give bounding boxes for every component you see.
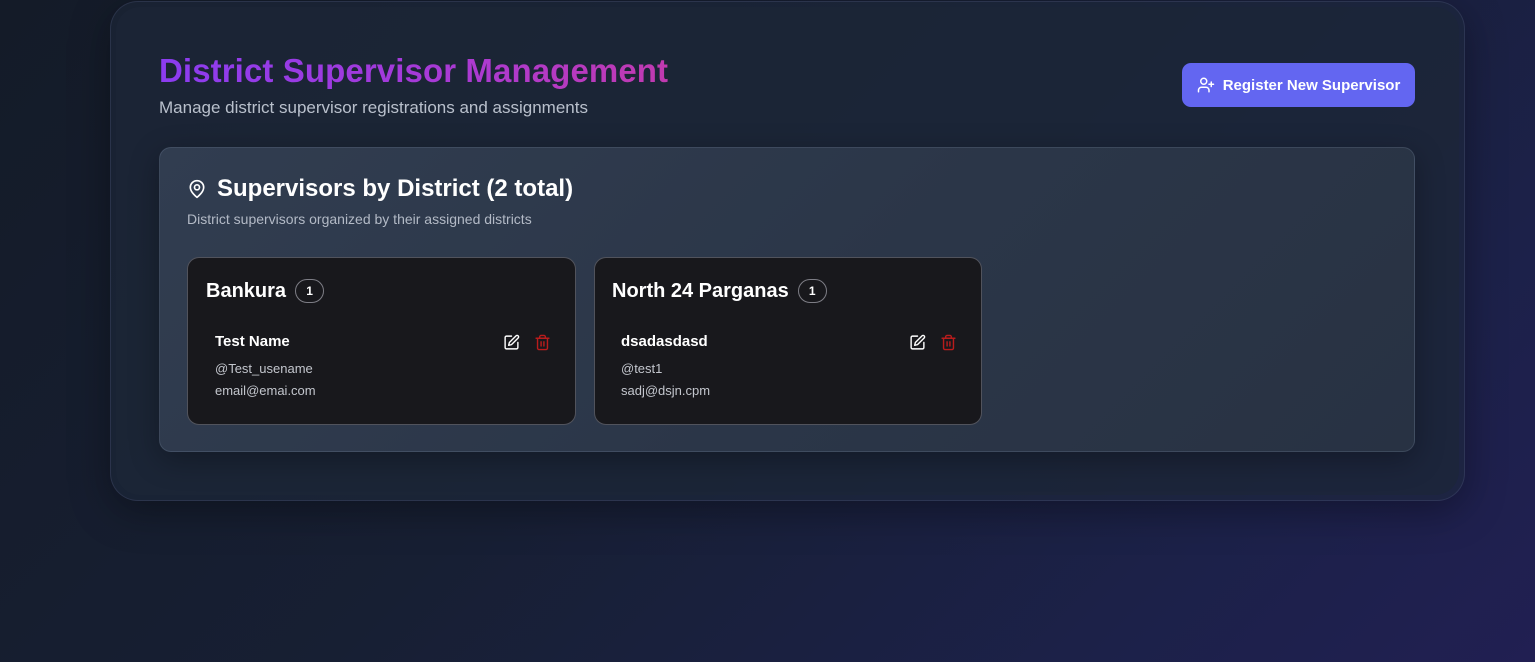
supervisor-entry: Test Name @Test_usename email@emai.com <box>215 330 557 406</box>
supervisor-count-badge: 1 <box>295 279 325 303</box>
trash-icon <box>940 334 957 351</box>
edit-icon <box>909 334 926 351</box>
page-subtitle: Manage district supervisor registrations… <box>159 98 588 117</box>
section-header: Supervisors by District (2 total) <box>187 175 573 203</box>
supervisor-entry: dsadasdasd @test1 sadj@dsjn.cpm <box>621 330 963 406</box>
supervisor-email: email@emai.com <box>215 383 316 398</box>
supervisor-name: Test Name <box>215 333 290 350</box>
trash-icon <box>534 334 551 351</box>
district-card-header: North 24 Parganas 1 <box>612 279 827 303</box>
delete-supervisor-button[interactable] <box>531 331 553 353</box>
supervisor-name: dsadasdasd <box>621 333 708 350</box>
section-title: Supervisors by District (2 total) <box>217 175 574 202</box>
delete-supervisor-button[interactable] <box>937 331 959 353</box>
user-plus-icon <box>1197 76 1215 94</box>
map-pin-icon <box>187 178 207 200</box>
supervisor-username: @Test_usename <box>215 361 313 376</box>
page-title: District Supervisor Management <box>159 52 669 89</box>
district-name: North 24 Parganas <box>612 279 789 302</box>
district-card-bankura: Bankura 1 Test Name @Test_usename email@… <box>187 257 576 425</box>
supervisor-email: sadj@dsjn.cpm <box>621 383 711 398</box>
district-name: Bankura <box>206 279 287 302</box>
district-card-header: Bankura 1 <box>206 279 325 303</box>
edit-supervisor-button[interactable] <box>906 331 928 353</box>
register-new-supervisor-button[interactable]: Register New Supervisor <box>1182 63 1415 107</box>
supervisor-count-badge: 1 <box>797 279 827 303</box>
supervisors-by-district-section: Supervisors by District (2 total) Distri… <box>159 147 1415 452</box>
edit-supervisor-button[interactable] <box>500 331 522 353</box>
supervisor-username: @test1 <box>621 361 663 376</box>
edit-icon <box>503 334 520 351</box>
register-button-label: Register New Supervisor <box>1222 76 1401 94</box>
district-card-north-24-parganas: North 24 Parganas 1 dsadasdasd @test1 sa… <box>594 257 982 425</box>
section-description: District supervisors organized by their … <box>187 211 532 227</box>
